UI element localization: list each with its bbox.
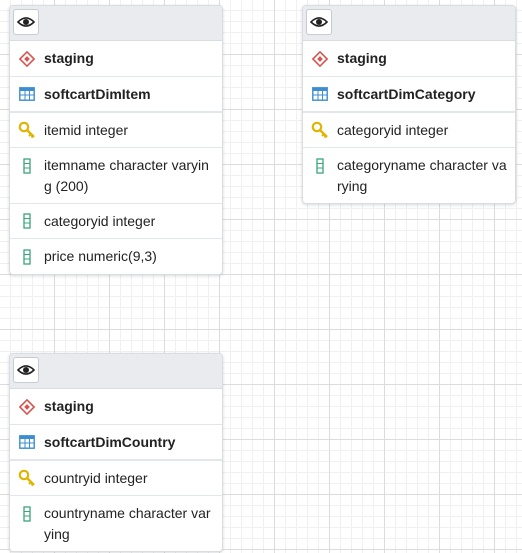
- column-row[interactable]: itemname character varying (200): [10, 148, 222, 204]
- schema-row: staging: [10, 41, 222, 77]
- eye-icon: [17, 365, 35, 375]
- toggle-visibility-button[interactable]: [13, 9, 39, 35]
- schema-icon: [311, 50, 329, 68]
- column-row[interactable]: price numeric(9,3): [10, 239, 222, 274]
- schema-name: staging: [44, 50, 94, 66]
- table-icon: [311, 85, 329, 103]
- table-node-softcartdimitem[interactable]: staging softcartDimItem itemid integer i…: [9, 5, 223, 275]
- column-row[interactable]: itemid integer: [10, 113, 222, 148]
- column-label: price numeric(9,3): [44, 248, 157, 264]
- table-node-softcartdimcountry[interactable]: staging softcartDimCountry countryid int…: [9, 353, 223, 552]
- column-icon: [311, 157, 329, 175]
- column-label: countryid integer: [44, 469, 148, 486]
- table-icon: [18, 433, 36, 451]
- column-icon: [18, 212, 36, 230]
- node-header: [10, 354, 222, 389]
- column-label: categoryid integer: [44, 212, 156, 229]
- schema-icon: [18, 50, 36, 68]
- table-name: softcartDimCountry: [44, 433, 176, 450]
- primary-key-icon: [311, 121, 329, 139]
- table-name: softcartDimCategory: [337, 85, 476, 102]
- eye-icon: [17, 17, 35, 27]
- column-row[interactable]: categoryid integer: [303, 113, 515, 148]
- schema-name: staging: [44, 398, 94, 414]
- toggle-visibility-button[interactable]: [13, 357, 39, 383]
- table-icon: [18, 85, 36, 103]
- column-row[interactable]: categoryname character varying: [303, 148, 515, 203]
- table-node-softcartdimcategory[interactable]: staging softcartDimCategory categoryid i…: [302, 5, 516, 204]
- schema-icon: [18, 398, 36, 416]
- column-label: itemname character varying (200): [44, 157, 209, 194]
- column-icon: [18, 157, 36, 175]
- table-name-row: softcartDimItem: [10, 77, 222, 113]
- primary-key-icon: [18, 469, 36, 487]
- eye-icon: [310, 17, 328, 27]
- column-row[interactable]: countryname character varying: [10, 496, 222, 551]
- column-label: itemid integer: [44, 121, 129, 138]
- toggle-visibility-button[interactable]: [306, 9, 332, 35]
- column-icon: [18, 248, 36, 266]
- column-label: categoryid integer: [337, 121, 449, 138]
- node-header: [303, 6, 515, 41]
- column-label: countryname character varying: [44, 505, 211, 542]
- column-icon: [18, 505, 36, 523]
- schema-name: staging: [337, 50, 387, 66]
- table-name: softcartDimItem: [44, 85, 151, 102]
- schema-row: staging: [303, 41, 515, 77]
- column-label: categoryname character varying: [337, 157, 507, 194]
- primary-key-icon: [18, 121, 36, 139]
- table-name-row: softcartDimCategory: [303, 77, 515, 113]
- node-header: [10, 6, 222, 41]
- column-row[interactable]: categoryid integer: [10, 204, 222, 239]
- table-name-row: softcartDimCountry: [10, 425, 222, 461]
- column-row[interactable]: countryid integer: [10, 461, 222, 496]
- schema-row: staging: [10, 389, 222, 425]
